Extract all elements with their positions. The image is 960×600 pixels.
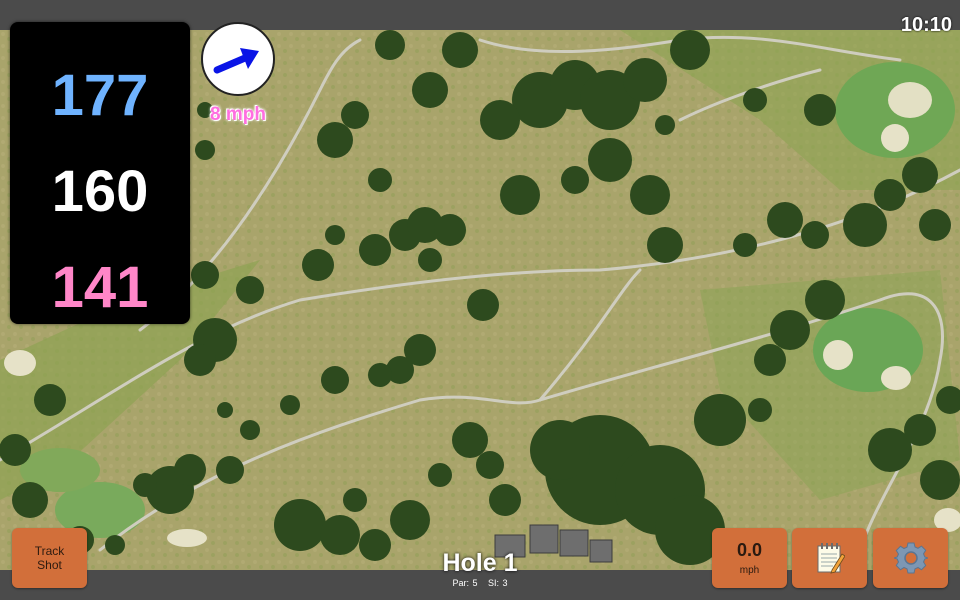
si-label: SI:	[488, 578, 500, 588]
back-yardage: 177	[51, 63, 149, 128]
wind-speed: 8 mph	[210, 104, 266, 125]
par-value: 5	[472, 578, 478, 588]
yardage-panel[interactable]: 177 160 141	[10, 22, 190, 324]
notepad-icon	[817, 543, 845, 574]
settings-button[interactable]	[873, 528, 948, 588]
si-value: 3	[502, 578, 508, 588]
gear-icon	[893, 542, 928, 574]
hole-info: Par: 5 SI: 3	[380, 578, 580, 588]
speed-unit: mph	[739, 565, 760, 576]
center-yardage: 160	[51, 159, 149, 224]
clock: 10:10	[900, 14, 952, 36]
hole-title: Hole 1	[442, 549, 518, 577]
front-yardage: 141	[51, 255, 149, 320]
speed-button[interactable]: 0.0 mph	[712, 528, 787, 588]
speed-value: 0.0	[736, 540, 763, 560]
wind-direction-indicator	[201, 22, 275, 96]
arrow-right-icon	[213, 48, 259, 74]
track-shot-label-line1: Track	[34, 544, 65, 558]
par-label: Par:	[452, 578, 469, 588]
notes-button[interactable]	[792, 528, 867, 588]
track-shot-label-line2: Shot	[37, 558, 62, 572]
track-shot-button[interactable]: Track Shot	[12, 528, 87, 588]
